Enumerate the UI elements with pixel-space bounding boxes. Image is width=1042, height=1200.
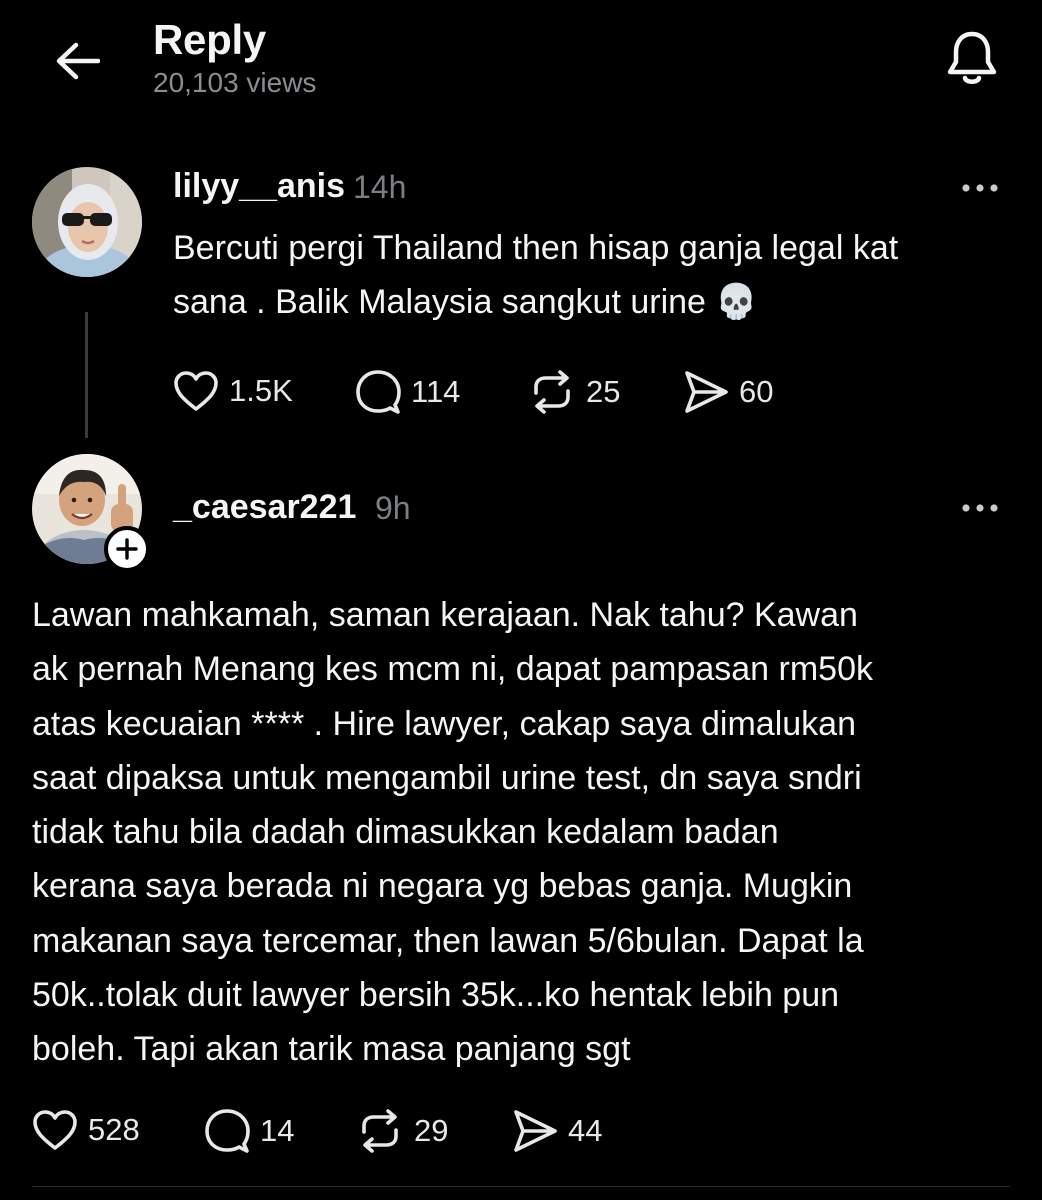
send-icon	[685, 371, 728, 413]
more-horizontal-icon	[962, 504, 998, 512]
reply-repost-count: 29	[414, 1113, 449, 1148]
divider	[32, 1186, 1010, 1187]
post-repost-button[interactable]: 25	[528, 369, 620, 415]
page-title: Reply	[153, 16, 266, 63]
avatar-lilyy-anis[interactable]	[32, 167, 142, 277]
post-body: Bercuti pergi Thailand then hisap ganja …	[173, 229, 899, 321]
reply-reply-count: 14	[260, 1113, 295, 1148]
follow-button[interactable]	[104, 526, 150, 572]
post-share-count: 60	[739, 374, 774, 409]
thread-reply-screen: Reply 20,103 views lilyy__anis 14h Bercu…	[0, 0, 1042, 1200]
back-button[interactable]	[50, 34, 104, 88]
reply-timestamp: 9h	[375, 490, 411, 526]
heart-icon	[174, 371, 218, 411]
bell-icon	[947, 31, 997, 84]
post-like-button[interactable]: 1.5K	[173, 370, 293, 412]
post-repost-count: 25	[586, 374, 621, 409]
reply-share-button[interactable]: 44	[512, 1108, 602, 1154]
post-username[interactable]: lilyy__anis	[173, 167, 345, 206]
post-reply-button[interactable]: 114	[355, 369, 460, 415]
plus-icon	[116, 538, 138, 560]
post-reply-count: 114	[411, 374, 461, 409]
post-more-button[interactable]	[955, 173, 1005, 203]
post-share-button[interactable]: 60	[683, 369, 773, 415]
heart-icon	[33, 1110, 77, 1150]
reply-repost-button[interactable]: 29	[356, 1108, 448, 1154]
reply-body: Lawan mahkamah, saman kerajaan. Nak tahu…	[32, 596, 874, 1069]
speech-bubble-icon	[205, 1109, 250, 1153]
reply-share-count: 44	[568, 1113, 603, 1148]
reply-like-button[interactable]: 528	[32, 1109, 140, 1151]
thread-connector-line	[85, 312, 88, 438]
repost-icon	[362, 1109, 398, 1153]
speech-bubble-icon	[356, 370, 401, 414]
post-timestamp: 14h	[353, 169, 407, 205]
arrow-left-icon	[56, 42, 100, 80]
avatar-image	[32, 167, 142, 277]
view-count: 20,103 views	[153, 67, 317, 98]
reply-more-button[interactable]	[955, 493, 1005, 523]
reply-reply-button[interactable]: 14	[204, 1108, 294, 1154]
reply-like-count: 528	[88, 1112, 140, 1147]
post-like-count: 1.5K	[229, 373, 293, 408]
send-icon	[514, 1110, 557, 1152]
notifications-button[interactable]	[940, 26, 1004, 90]
repost-icon	[534, 370, 570, 414]
reply-username[interactable]: _caesar221	[173, 488, 356, 527]
more-horizontal-icon	[962, 184, 998, 192]
